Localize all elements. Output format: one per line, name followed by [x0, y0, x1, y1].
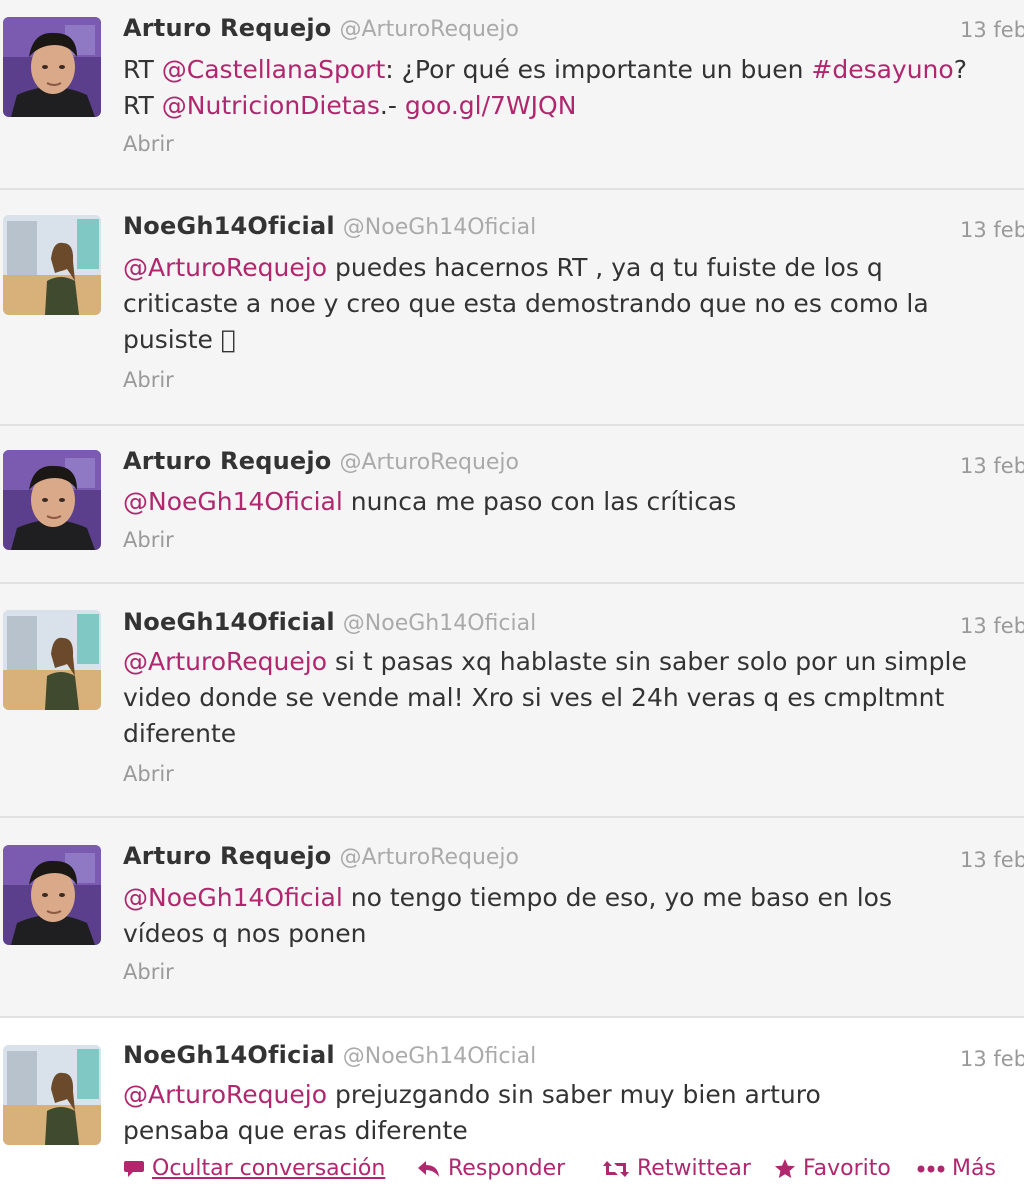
mention-link[interactable]: @ArturoRequejo	[123, 647, 327, 676]
author-name[interactable]: NoeGh14Oficial	[123, 608, 335, 636]
tweet-text: @ArturoRequejo puedes hacernos RT , ya q…	[123, 250, 1003, 358]
tweet-text: RT @CastellanaSport: ¿Por qué es importa…	[123, 52, 1003, 124]
avatar-noe[interactable]	[3, 610, 101, 710]
hashtag-link[interactable]: #desayuno	[811, 55, 953, 84]
tweet-item[interactable]: Arturo Requejo @ArturoRequejo 13 feb RT @…	[0, 0, 1024, 190]
tweet-text: @NoeGh14Oficial nunca me paso con las cr…	[123, 484, 1003, 520]
more-button[interactable]: Más	[917, 1156, 996, 1181]
speech-bubble-icon	[123, 1159, 145, 1179]
tweet-item[interactable]: Arturo Requejo @ArturoRequejo 13 feb @Noe…	[0, 818, 1024, 1018]
tweet-actions: Ocultar conversación Responder Retwittea…	[123, 1156, 1024, 1190]
author-name[interactable]: Arturo Requejo	[123, 447, 331, 475]
retweet-label: Retwittear	[637, 1156, 751, 1181]
mention-link[interactable]: @CastellanaSport	[162, 55, 385, 84]
retweet-button[interactable]: Retwittear	[602, 1156, 751, 1181]
tweet-timestamp[interactable]: 13 feb	[960, 18, 1024, 42]
avatar-noe[interactable]	[3, 215, 101, 315]
tweet-header: Arturo Requejo @ArturoRequejo	[123, 447, 519, 475]
reply-arrow-icon	[417, 1159, 441, 1179]
author-handle[interactable]: @ArturoRequejo	[339, 845, 519, 870]
tweet-header: Arturo Requejo @ArturoRequejo	[123, 842, 519, 870]
open-link[interactable]: Abrir	[123, 368, 174, 392]
author-handle[interactable]: @ArturoRequejo	[339, 17, 519, 42]
tweet-text-segment: RT	[123, 55, 162, 84]
author-handle[interactable]: @ArturoRequejo	[339, 450, 519, 475]
mention-link[interactable]: @ArturoRequejo	[123, 253, 327, 282]
more-dots-icon	[917, 1164, 945, 1174]
tweet-item[interactable]: NoeGh14Oficial @NoeGh14Oficial 13 feb @Ar…	[0, 190, 1024, 426]
mention-link[interactable]: @NoeGh14Oficial	[123, 883, 343, 912]
favorite-label: Favorito	[803, 1156, 891, 1181]
author-handle[interactable]: @NoeGh14Oficial	[343, 215, 536, 240]
tweet-text-segment: .-	[379, 91, 405, 120]
reply-label: Responder	[448, 1156, 566, 1181]
author-name[interactable]: Arturo Requejo	[123, 14, 331, 42]
open-link[interactable]: Abrir	[123, 528, 174, 552]
tweet-header: NoeGh14Oficial @NoeGh14Oficial	[123, 1041, 536, 1069]
open-link[interactable]: Abrir	[123, 762, 174, 786]
tweet-header: Arturo Requejo @ArturoRequejo	[123, 14, 519, 42]
avatar-noe[interactable]	[3, 1045, 101, 1145]
mention-link[interactable]: @NutricionDietas	[162, 91, 380, 120]
tweet-timestamp[interactable]: 13 feb	[960, 848, 1024, 872]
tweet-text: @ArturoRequejo prejuzgando sin saber muy…	[123, 1077, 903, 1149]
tweet-timestamp[interactable]: 13 feb	[960, 1047, 1024, 1071]
tweet-timestamp[interactable]: 13 feb	[960, 218, 1024, 242]
author-name[interactable]: NoeGh14Oficial	[123, 1041, 335, 1069]
retweet-icon	[602, 1159, 630, 1179]
mention-link[interactable]: @NoeGh14Oficial	[123, 487, 343, 516]
hide-conversation-label: Ocultar conversación	[152, 1156, 386, 1181]
mention-link[interactable]: @ArturoRequejo	[123, 1080, 327, 1109]
author-handle[interactable]: @NoeGh14Oficial	[343, 1044, 536, 1069]
author-handle[interactable]: @NoeGh14Oficial	[343, 611, 536, 636]
emoji-glyph: 󾍝	[220, 325, 236, 354]
tweet-header: NoeGh14Oficial @NoeGh14Oficial	[123, 212, 536, 240]
tweet-item[interactable]: NoeGh14Oficial @NoeGh14Oficial 13 feb @Ar…	[0, 584, 1024, 818]
tweet-text: @ArturoRequejo si t pasas xq hablaste si…	[123, 644, 1003, 752]
tweet-text-segment: : ¿Por qué es importante un buen	[385, 55, 812, 84]
more-label: Más	[952, 1156, 996, 1181]
avatar-arturo[interactable]	[3, 845, 101, 945]
reply-button[interactable]: Responder	[417, 1156, 565, 1181]
hide-conversation-button[interactable]: Ocultar conversación	[123, 1156, 385, 1181]
avatar-arturo[interactable]	[3, 450, 101, 550]
avatar-arturo[interactable]	[3, 17, 101, 117]
url-link[interactable]: goo.gl/7WJQN	[405, 91, 577, 120]
open-link[interactable]: Abrir	[123, 132, 174, 156]
open-link[interactable]: Abrir	[123, 960, 174, 984]
tweet-header: NoeGh14Oficial @NoeGh14Oficial	[123, 608, 536, 636]
tweet-timestamp[interactable]: 13 feb	[960, 454, 1024, 478]
tweet-text-segment: nunca me paso con las críticas	[342, 487, 737, 516]
tweet-item[interactable]: Arturo Requejo @ArturoRequejo 13 feb @Noe…	[0, 426, 1024, 584]
favorite-button[interactable]: Favorito	[774, 1156, 891, 1181]
tweet-feed: Arturo Requejo @ArturoRequejo 13 feb RT @…	[0, 0, 1024, 1198]
tweet-text: @NoeGh14Oficial no tengo tiempo de eso, …	[123, 880, 943, 952]
author-name[interactable]: NoeGh14Oficial	[123, 212, 335, 240]
star-icon	[774, 1158, 796, 1180]
tweet-timestamp[interactable]: 13 feb	[960, 614, 1024, 638]
author-name[interactable]: Arturo Requejo	[123, 842, 331, 870]
